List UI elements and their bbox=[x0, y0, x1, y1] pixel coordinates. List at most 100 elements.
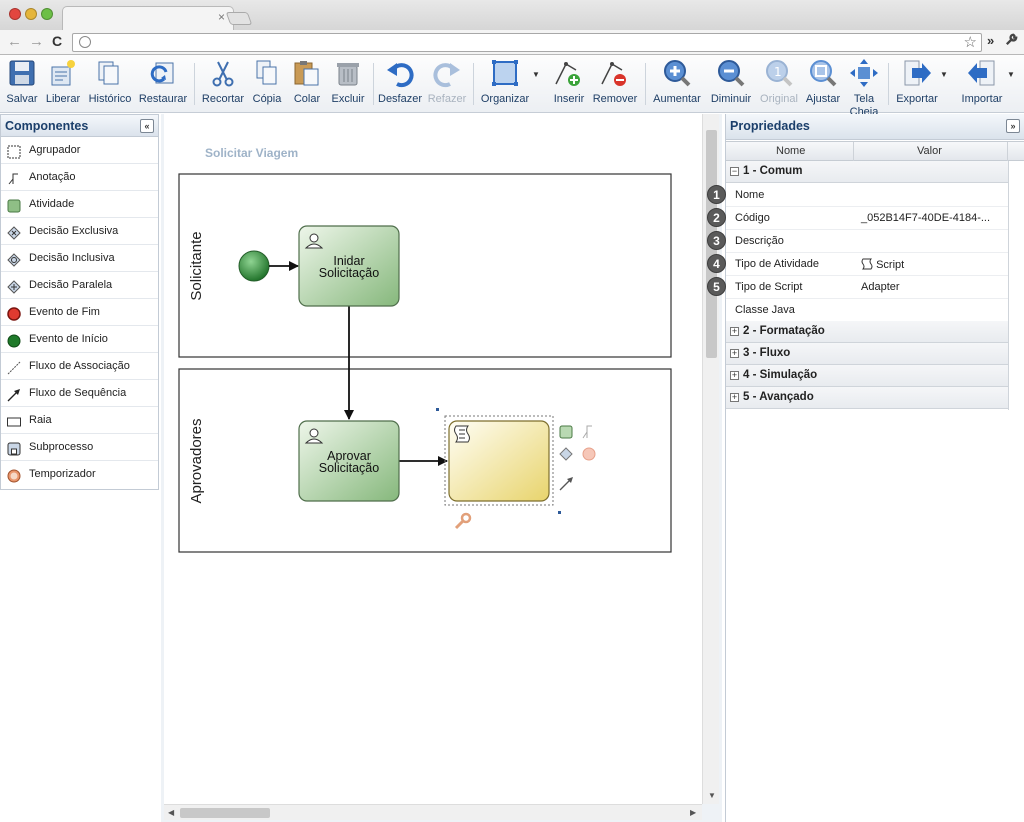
diagram-canvas[interactable]: Solicitar Viagem Solicitante Aprovadores… bbox=[164, 114, 702, 804]
component-item-agrupador[interactable]: Agrupador bbox=[1, 137, 158, 164]
column-header-value[interactable]: Valor bbox=[917, 145, 942, 157]
horizontal-scroll-thumb[interactable] bbox=[180, 808, 270, 818]
tab-close-icon[interactable]: × bbox=[218, 10, 225, 24]
save-button[interactable]: Salvar bbox=[5, 58, 39, 110]
property-row-classe-java[interactable]: Classe Java bbox=[726, 299, 1009, 322]
property-row-tipo-de-script[interactable]: Tipo de Script Adapter bbox=[726, 276, 1009, 299]
component-item-raia[interactable]: Raia bbox=[1, 407, 158, 434]
script-task-selected[interactable] bbox=[436, 408, 561, 514]
component-item-evento-de-inicio[interactable]: Evento de Início bbox=[1, 326, 158, 353]
publish-button[interactable]: Liberar bbox=[44, 58, 82, 110]
properties-panel-title: Propriedades bbox=[730, 119, 810, 133]
redo-button[interactable]: Refazer bbox=[427, 58, 467, 110]
property-row-codigo[interactable]: Código _052B14F7-40DE-4184-... bbox=[726, 207, 1009, 230]
resize-handle[interactable] bbox=[436, 408, 439, 411]
close-window-button[interactable] bbox=[9, 8, 21, 20]
collapse-panel-button[interactable]: « bbox=[140, 119, 154, 133]
import-dropdown-arrow-icon[interactable]: ▼ bbox=[1007, 70, 1015, 79]
expand-group-icon[interactable]: + bbox=[730, 349, 739, 358]
paste-button[interactable]: Colar bbox=[290, 58, 324, 110]
arrange-dropdown-arrow-icon[interactable]: ▼ bbox=[532, 70, 540, 79]
property-group-formatacao[interactable]: + 2 - Formatação bbox=[726, 321, 1009, 343]
task-iniciar-solicitacao[interactable]: Inidar Solicitação bbox=[298, 225, 400, 307]
browser-tab[interactable]: × bbox=[62, 6, 234, 30]
chevron-menu-icon[interactable]: » bbox=[987, 33, 994, 48]
component-item-anotacao[interactable]: Anotação bbox=[1, 164, 158, 191]
append-activity-icon[interactable] bbox=[559, 425, 573, 439]
history-button[interactable]: Histórico bbox=[86, 58, 134, 110]
task-aprovar-solicitacao[interactable]: Aprovar Solicitação bbox=[298, 420, 400, 502]
minimize-window-button[interactable] bbox=[25, 8, 37, 20]
component-item-fluxo-de-associacao[interactable]: Fluxo de Associação bbox=[1, 353, 158, 380]
bookmark-star-icon[interactable]: ☆ bbox=[964, 33, 977, 51]
maximize-window-button[interactable] bbox=[41, 8, 53, 20]
component-item-evento-de-fim[interactable]: Evento de Fim bbox=[1, 299, 158, 326]
start-event[interactable] bbox=[238, 250, 270, 282]
append-end-event-icon[interactable] bbox=[582, 447, 596, 461]
reload-icon[interactable]: C bbox=[52, 33, 62, 49]
component-item-decisao-paralela[interactable]: Decisão Paralela bbox=[1, 272, 158, 299]
paste-icon bbox=[292, 58, 322, 88]
expand-panel-button[interactable]: » bbox=[1006, 119, 1020, 133]
expand-group-icon[interactable]: + bbox=[730, 371, 739, 380]
import-button[interactable]: Importar bbox=[958, 58, 1006, 110]
browser-tab-strip: × bbox=[0, 0, 1024, 30]
zoom-out-button[interactable]: Diminuir bbox=[709, 58, 753, 110]
property-row-descricao[interactable]: Descrição bbox=[726, 230, 1009, 253]
remove-point-button[interactable]: Remover bbox=[592, 58, 638, 110]
component-item-decisao-exclusiva[interactable]: Decisão Exclusiva bbox=[1, 218, 158, 245]
component-item-temporizador[interactable]: Temporizador bbox=[1, 461, 158, 488]
component-item-fluxo-de-sequencia[interactable]: Fluxo de Sequência bbox=[1, 380, 158, 407]
property-row-tipo-de-atividade[interactable]: Tipo de Atividade Script bbox=[726, 253, 1009, 276]
toolbar-separator bbox=[373, 63, 374, 105]
wrench-icon[interactable] bbox=[1004, 32, 1019, 51]
collapse-group-icon[interactable]: − bbox=[730, 167, 739, 176]
scroll-down-arrow-icon[interactable]: ▼ bbox=[708, 791, 716, 800]
property-row-nome[interactable]: Nome bbox=[726, 184, 1009, 207]
expand-group-icon[interactable]: + bbox=[730, 393, 739, 402]
export-button[interactable]: Exportar bbox=[894, 58, 940, 110]
property-group-comum[interactable]: − 1 - Comum bbox=[726, 161, 1009, 183]
property-group-simulacao[interactable]: + 4 - Simulação bbox=[726, 365, 1009, 387]
copy-button[interactable]: Cópia bbox=[250, 58, 284, 110]
activity-type-value[interactable]: Script bbox=[861, 258, 904, 271]
new-tab-button[interactable] bbox=[225, 12, 253, 25]
end-event-icon bbox=[7, 305, 21, 321]
property-group-fluxo[interactable]: + 3 - Fluxo bbox=[726, 343, 1009, 365]
component-item-decisao-inclusiva[interactable]: Decisão Inclusiva bbox=[1, 245, 158, 272]
column-header-name[interactable]: Nome bbox=[776, 145, 805, 157]
url-input[interactable]: ☆ bbox=[72, 33, 982, 52]
component-item-atividade[interactable]: Atividade bbox=[1, 191, 158, 218]
start-event-icon bbox=[7, 332, 21, 348]
expand-group-icon[interactable]: + bbox=[730, 327, 739, 336]
copy-icon bbox=[252, 58, 282, 88]
callout-badge-5: 5 bbox=[707, 277, 726, 296]
component-item-subprocesso[interactable]: Subprocesso bbox=[1, 434, 158, 461]
forward-arrow-icon[interactable]: → bbox=[29, 33, 44, 50]
callout-badge-1: 1 bbox=[707, 185, 726, 204]
scroll-right-arrow-icon[interactable]: ▶ bbox=[690, 808, 696, 817]
undo-button[interactable]: Desfazer bbox=[378, 58, 422, 110]
fullscreen-button[interactable]: Tela Cheia bbox=[846, 58, 882, 114]
subprocess-icon bbox=[7, 440, 21, 456]
export-dropdown-arrow-icon[interactable]: ▼ bbox=[940, 70, 948, 79]
cut-button[interactable]: Recortar bbox=[200, 58, 246, 110]
scroll-left-arrow-icon[interactable]: ◀ bbox=[168, 808, 174, 817]
lane-label: Aprovadores bbox=[188, 418, 205, 503]
association-flow-icon bbox=[7, 359, 21, 375]
restore-button[interactable]: Restaurar bbox=[138, 58, 188, 110]
arrange-button[interactable]: Organizar bbox=[479, 58, 531, 110]
toolbar-separator bbox=[473, 63, 474, 105]
delete-button[interactable]: Excluir bbox=[330, 58, 366, 110]
zoom-original-button[interactable]: 1 Original bbox=[758, 58, 800, 110]
canvas-horizontal-scrollbar[interactable]: ◀ ▶ bbox=[164, 804, 702, 820]
annotation-icon bbox=[7, 170, 21, 185]
resize-handle[interactable] bbox=[558, 511, 561, 514]
property-group-avancado[interactable]: + 5 - Avançado bbox=[726, 387, 1009, 409]
insert-point-button[interactable]: Inserir bbox=[551, 58, 587, 110]
zoom-in-button[interactable]: Aumentar bbox=[651, 58, 703, 110]
properties-panel-header: Propriedades » bbox=[726, 114, 1024, 140]
zoom-fit-button[interactable]: Ajustar bbox=[805, 58, 841, 110]
group-icon bbox=[7, 143, 21, 159]
back-arrow-icon[interactable]: ← bbox=[7, 33, 22, 50]
